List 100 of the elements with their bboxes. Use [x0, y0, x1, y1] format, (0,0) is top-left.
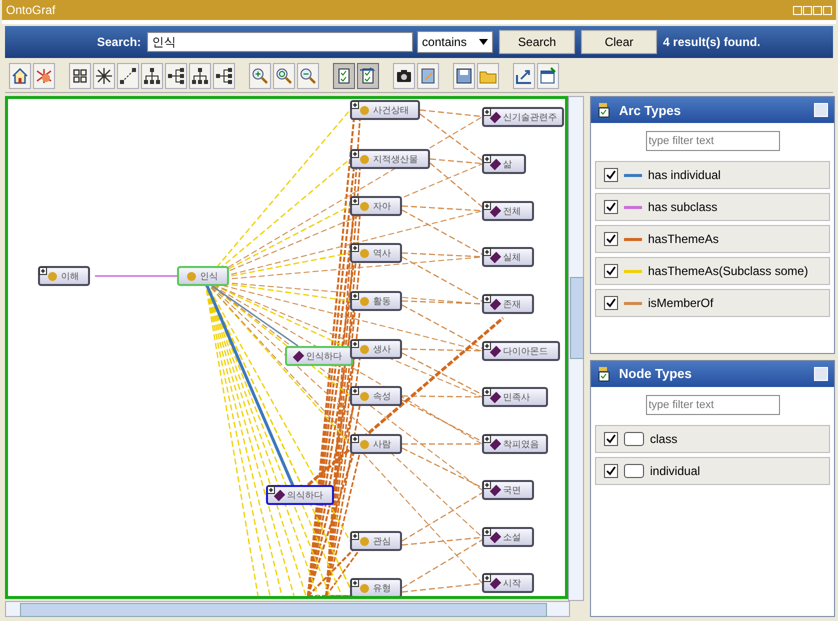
graph-node[interactable]: 유형: [350, 578, 402, 596]
expand-icon[interactable]: [351, 292, 359, 300]
checklist-tool-button[interactable]: [333, 63, 355, 89]
note-icon: [419, 67, 437, 85]
checkbox[interactable]: [604, 464, 618, 478]
graph-node[interactable]: 관심: [350, 531, 402, 551]
close-button[interactable]: [814, 366, 828, 380]
graph-node[interactable]: 자아: [350, 196, 402, 216]
expand-icon[interactable]: [483, 528, 491, 536]
type-row[interactable]: isMemberOf: [595, 289, 830, 317]
tree-right-tool-button[interactable]: [165, 63, 187, 89]
graph-node[interactable]: 착피였음: [482, 434, 548, 454]
export-icon: [515, 67, 533, 85]
graph-node[interactable]: 민족사: [482, 387, 548, 407]
tree-down-tool-button[interactable]: [189, 63, 211, 89]
checklist-arrow-tool-button[interactable]: [357, 63, 379, 89]
checkbox[interactable]: [604, 168, 618, 182]
expand-icon[interactable]: [483, 155, 491, 163]
expand-icon[interactable]: [483, 248, 491, 256]
zoom-out-tool-button[interactable]: [297, 63, 319, 89]
type-row[interactable]: individual: [595, 456, 830, 484]
type-row[interactable]: class: [595, 424, 830, 452]
expand-icon[interactable]: [351, 532, 359, 540]
graph-node[interactable]: 존재: [482, 294, 534, 314]
graph-node[interactable]: 인식: [177, 266, 229, 286]
graph-node[interactable]: 신기술관련주: [482, 107, 564, 127]
home-tool-button[interactable]: [9, 63, 31, 89]
class-icon: [360, 584, 369, 592]
expand-icon[interactable]: [351, 435, 359, 443]
checkbox[interactable]: [604, 432, 618, 446]
checkbox[interactable]: [604, 264, 618, 278]
expand-icon[interactable]: [351, 101, 359, 109]
type-row[interactable]: hasThemeAs(Subclass some): [595, 257, 830, 285]
tree-right-tool-button[interactable]: [213, 63, 235, 89]
type-row[interactable]: has individual: [595, 161, 830, 189]
expand-icon[interactable]: [483, 108, 491, 116]
search-field[interactable]: 인식: [147, 32, 414, 52]
individual-icon: [490, 531, 502, 543]
expand-icon[interactable]: [267, 486, 275, 494]
expand-icon[interactable]: [483, 202, 491, 210]
graph-node[interactable]: 활동: [350, 291, 402, 311]
network-tool-button[interactable]: [33, 63, 55, 89]
expand-icon[interactable]: [39, 267, 47, 275]
expand-icon[interactable]: [483, 574, 491, 582]
minimize-button[interactable]: [803, 6, 812, 14]
expand-icon[interactable]: [351, 197, 359, 205]
search-bar-button[interactable]: Search: [499, 30, 576, 54]
camera-tool-button[interactable]: [393, 63, 415, 89]
graph-node[interactable]: 생사: [350, 339, 402, 359]
checkbox[interactable]: [604, 232, 618, 246]
expand-icon[interactable]: [351, 340, 359, 348]
expand-icon[interactable]: [483, 388, 491, 396]
horizontal-scrollbar[interactable]: [5, 601, 570, 617]
filter-field[interactable]: type filter text: [646, 394, 780, 414]
graph-node[interactable]: 시작: [482, 573, 534, 593]
expand-icon[interactable]: [351, 579, 359, 587]
spring-tool-button[interactable]: [117, 63, 139, 89]
graph-node[interactable]: 사건상태: [350, 100, 420, 120]
graph-node[interactable]: 전체: [482, 201, 534, 221]
expand-icon[interactable]: [483, 295, 491, 303]
maximize-button[interactable]: [813, 6, 822, 14]
filter-field[interactable]: type filter text: [646, 131, 780, 151]
close-button[interactable]: [823, 6, 832, 14]
checkbox[interactable]: [604, 296, 618, 310]
restore-button[interactable]: [793, 6, 802, 14]
graph-node[interactable]: 삶: [482, 154, 526, 174]
graph-node[interactable]: 실체: [482, 247, 534, 267]
note-tool-button[interactable]: [417, 63, 439, 89]
zoom-fit-tool-button[interactable]: [273, 63, 295, 89]
expand-icon[interactable]: [351, 150, 359, 158]
type-row[interactable]: hasThemeAs: [595, 225, 830, 253]
search-label: Search:: [97, 35, 142, 49]
window-tool-button[interactable]: [537, 63, 559, 89]
zoom-in-tool-button[interactable]: [249, 63, 271, 89]
tree-right-icon: [167, 67, 185, 85]
graph-node[interactable]: 사람: [350, 434, 402, 454]
graph-node[interactable]: 이해: [38, 266, 90, 286]
graph-node[interactable]: 국면: [482, 480, 534, 500]
graph-node[interactable]: 의식하다: [266, 485, 334, 505]
expand-icon[interactable]: [483, 435, 491, 443]
radial-tool-button[interactable]: [93, 63, 115, 89]
search-bar-button[interactable]: Clear: [581, 30, 658, 54]
graph-node[interactable]: 소설: [482, 527, 534, 547]
vertical-scrollbar[interactable]: [568, 96, 584, 601]
type-row[interactable]: has subclass: [595, 193, 830, 221]
graph-node[interactable]: 다이아몬드: [482, 341, 560, 361]
match-mode-dropdown[interactable]: contains: [417, 31, 494, 53]
grid-tool-button[interactable]: [69, 63, 91, 89]
expand-icon[interactable]: [351, 244, 359, 252]
graph-node[interactable]: 역사: [350, 243, 402, 263]
export-tool-button[interactable]: [513, 63, 535, 89]
graph-node[interactable]: 속성: [350, 386, 402, 406]
tree-down-tool-button[interactable]: [141, 63, 163, 89]
expand-icon[interactable]: [351, 387, 359, 395]
save-tool-button[interactable]: [453, 63, 475, 89]
expand-icon[interactable]: [483, 342, 491, 350]
graph-node[interactable]: 지적생산물: [350, 149, 430, 169]
graph-node[interactable]: 인식하다: [285, 346, 353, 366]
checkbox[interactable]: [604, 200, 618, 214]
expand-icon[interactable]: [483, 481, 491, 489]
